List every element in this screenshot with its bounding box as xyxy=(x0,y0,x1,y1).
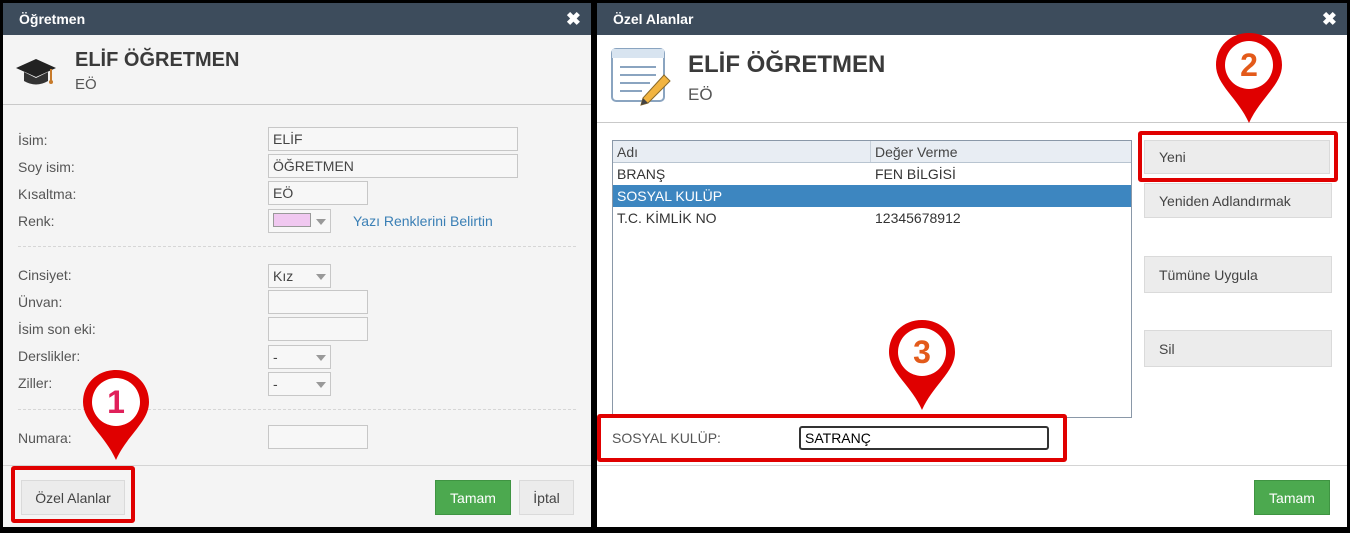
table-row[interactable]: BRANŞ FEN BİLGİSİ xyxy=(613,163,1131,185)
row-value: 12345678912 xyxy=(875,210,961,226)
chevron-down-icon xyxy=(316,382,326,388)
close-icon[interactable]: ✖ xyxy=(566,10,581,28)
callout-pin-1: 1 xyxy=(79,367,153,463)
edit-value-input[interactable]: SATRANÇ xyxy=(799,426,1049,450)
callout-number: 2 xyxy=(1240,47,1258,83)
cinsiyet-select[interactable]: Kız xyxy=(268,264,331,288)
table-row-selected[interactable]: SOSYAL KULÜP xyxy=(613,185,1131,207)
apply-all-button[interactable]: Tümüne Uygula xyxy=(1144,256,1332,293)
chevron-down-icon xyxy=(316,355,326,361)
edit-field-label: SOSYAL KULÜP: xyxy=(612,430,721,446)
footer-divider xyxy=(597,465,1347,466)
callout-number: 1 xyxy=(107,384,125,420)
teacher-name: ELİF ÖĞRETMEN xyxy=(75,49,240,71)
renk-color-picker[interactable] xyxy=(268,209,331,233)
teacher-header: ELİF ÖĞRETMEN EÖ xyxy=(3,35,591,105)
chevron-down-icon xyxy=(316,219,326,225)
form-edit-icon xyxy=(611,48,671,106)
cinsiyet-label: Cinsiyet: xyxy=(18,267,72,283)
column-header-deger[interactable]: Değer Verme xyxy=(871,141,1131,162)
divider xyxy=(18,246,576,247)
ziller-select[interactable]: - xyxy=(268,372,331,396)
derslikler-select[interactable]: - xyxy=(268,345,331,369)
isimsoneki-label: İsim son eki: xyxy=(18,321,96,337)
table-row[interactable]: T.C. KİMLİK NO 12345678912 xyxy=(613,207,1131,229)
tamam-button[interactable]: Tamam xyxy=(1254,480,1330,515)
callout-pin-2: 2 xyxy=(1212,30,1286,126)
close-icon[interactable]: ✖ xyxy=(1322,10,1337,28)
graduation-cap-icon xyxy=(16,59,56,85)
row-name: BRANŞ xyxy=(617,166,666,182)
isimsoneki-field[interactable] xyxy=(268,317,368,341)
ziller-label: Ziller: xyxy=(18,375,53,391)
callout-pin-3: 3 xyxy=(885,317,959,413)
teacher-dialog-title: Öğretmen xyxy=(19,11,86,27)
row-value xyxy=(871,185,1131,207)
rename-button[interactable]: Yeniden Adlandırmak xyxy=(1144,183,1332,218)
custom-fields-table: Adı Değer Verme BRANŞ FEN BİLGİSİ SOSYAL… xyxy=(612,140,1132,418)
soyisim-label: Soy isim: xyxy=(18,159,75,175)
derslikler-label: Derslikler: xyxy=(18,348,81,364)
custom-fields-short: EÖ xyxy=(688,85,713,104)
ozel-alanlar-button[interactable]: Özel Alanlar xyxy=(21,480,125,515)
column-header-adi[interactable]: Adı xyxy=(613,141,871,162)
teacher-short: EÖ xyxy=(75,76,97,93)
text-colors-link[interactable]: Yazı Renklerini Belirtin xyxy=(353,213,493,229)
unvan-label: Ünvan: xyxy=(18,294,63,310)
renk-label: Renk: xyxy=(18,213,55,229)
numara-field[interactable] xyxy=(268,425,368,449)
renk-swatch xyxy=(273,213,311,227)
numara-label: Numara: xyxy=(18,430,72,446)
teacher-dialog-titlebar: Öğretmen ✖ xyxy=(3,3,591,35)
iptal-button[interactable]: İptal xyxy=(519,480,574,515)
unvan-field[interactable] xyxy=(268,290,368,314)
footer-divider xyxy=(3,465,591,466)
callout-number: 3 xyxy=(913,334,931,370)
yeni-button[interactable]: Yeni xyxy=(1144,140,1330,174)
derslikler-value: - xyxy=(273,349,278,365)
delete-button[interactable]: Sil xyxy=(1144,330,1332,367)
table-header: Adı Değer Verme xyxy=(613,141,1131,163)
custom-fields-title: Özel Alanlar xyxy=(613,11,694,27)
ziller-value: - xyxy=(273,376,278,392)
row-name: T.C. KİMLİK NO xyxy=(617,210,717,226)
tamam-button[interactable]: Tamam xyxy=(435,480,511,515)
row-value: FEN BİLGİSİ xyxy=(875,166,956,182)
custom-fields-name: ELİF ÖĞRETMEN xyxy=(688,51,886,78)
cinsiyet-value: Kız xyxy=(273,268,294,284)
chevron-down-icon xyxy=(316,274,326,280)
isim-label: İsim: xyxy=(18,132,48,148)
kisaltma-label: Kısaltma: xyxy=(18,186,77,202)
kisaltma-field[interactable]: EÖ xyxy=(268,181,368,205)
soyisim-field[interactable]: ÖĞRETMEN xyxy=(268,154,518,178)
isim-field[interactable]: ELİF xyxy=(268,127,518,151)
row-name: SOSYAL KULÜP xyxy=(617,188,723,204)
